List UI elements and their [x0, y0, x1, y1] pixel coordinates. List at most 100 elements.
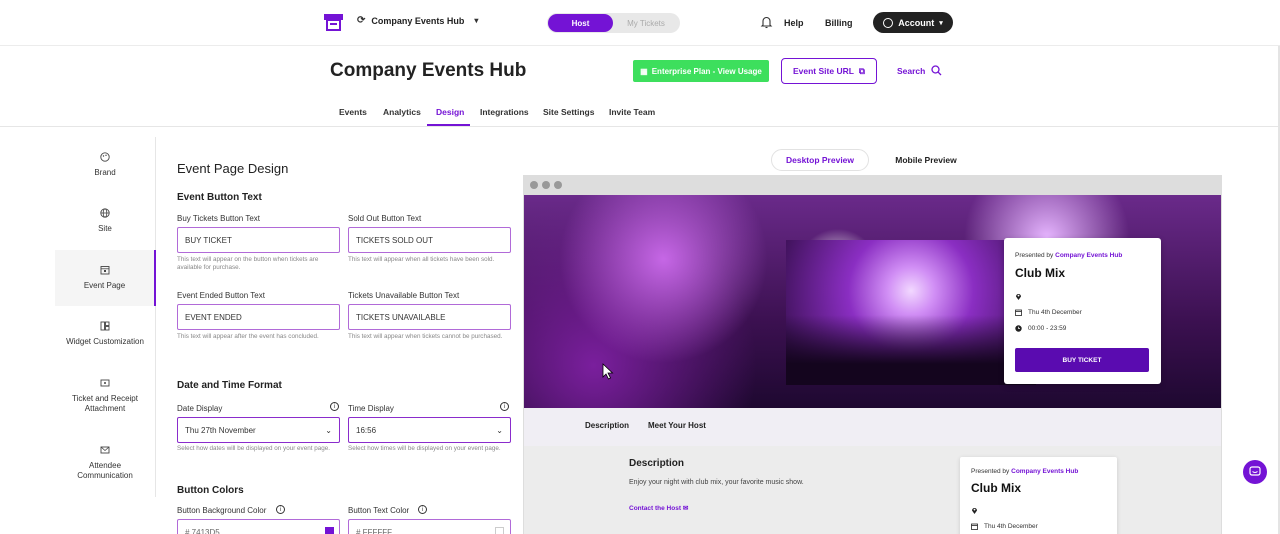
info-icon[interactable]: i	[330, 402, 339, 411]
sold-out-label: Sold Out Button Text	[348, 214, 422, 223]
search-label: Search	[897, 65, 926, 76]
chevron-down-icon: ⌄	[496, 425, 503, 435]
sidebar-item-site[interactable]: Site	[55, 208, 155, 233]
date-display-select[interactable]: Thu 27th November ⌄	[177, 417, 340, 443]
desktop-preview-frame: Presented by Company Events Hub Club Mix…	[523, 175, 1222, 534]
info-icon[interactable]: i	[500, 402, 509, 411]
sidebar-item-label: Widget Customization	[66, 337, 144, 346]
sticky-event-card: Presented by Company Events Hub Club Mix…	[960, 457, 1117, 534]
window-dots	[530, 181, 562, 189]
widget-icon	[100, 321, 110, 331]
date-display-hint: Select how dates will be displayed on yo…	[177, 445, 330, 452]
text-color-input[interactable]: # FFFFFF	[348, 519, 511, 534]
date-row: Thu 4th December	[1015, 309, 1082, 316]
buy-tickets-input[interactable]: BUY TICKET	[177, 227, 340, 253]
calendar-page-icon	[100, 266, 109, 275]
event-title: Club Mix	[1015, 266, 1065, 280]
tab-integrations[interactable]: Integrations	[480, 107, 529, 117]
sidebar-item-label: Attendee Communication	[77, 461, 133, 480]
sync-icon: ⟳	[357, 15, 366, 26]
date-display-label: Date Display	[177, 404, 223, 413]
date-display-value: Thu 27th November	[185, 425, 256, 435]
tickets-unavailable-input[interactable]: TICKETS UNAVAILABLE	[348, 304, 511, 330]
sidebar-item-attendee-communication[interactable]: Attendee Communication	[55, 445, 155, 481]
sidebar-item-label: Ticket and Receipt Attachment	[72, 394, 138, 413]
mail-icon: ✉	[682, 505, 689, 512]
sidebar-item-brand[interactable]: Brand	[55, 152, 155, 177]
time-display-value: 16:56	[356, 425, 377, 435]
location-pin-icon	[972, 508, 977, 514]
event-description-area: Description Enjoy your night with club m…	[524, 446, 1221, 534]
role-toggle: Host My Tickets	[547, 13, 680, 33]
time-display-hint: Select how times will be displayed on yo…	[348, 445, 501, 452]
hub-switcher[interactable]: ⟳ Company Events Hub ▾	[357, 15, 478, 26]
info-icon[interactable]: i	[418, 505, 427, 514]
my-tickets-toggle[interactable]: My Tickets	[613, 14, 679, 32]
event-site-url-button[interactable]: Event Site URL ⧉	[781, 58, 877, 84]
location-pin-icon	[1016, 294, 1021, 300]
event-title: Club Mix	[971, 481, 1021, 495]
tab-mobile-preview[interactable]: Mobile Preview	[880, 149, 972, 171]
description-text: Enjoy your night with club mix, your fav…	[629, 479, 804, 486]
billing-link[interactable]: Billing	[825, 18, 853, 28]
tab-desktop-preview[interactable]: Desktop Preview	[771, 149, 869, 171]
sidebar-item-label: Brand	[94, 168, 116, 177]
tab-invite-team[interactable]: Invite Team	[609, 107, 655, 117]
sidebar-item-ticket-attachment[interactable]: Ticket and Receipt Attachment	[55, 378, 155, 414]
section-button-text: Event Button Text	[177, 192, 262, 203]
subnav-description[interactable]: Description	[585, 421, 629, 430]
hub-name: Company Events Hub	[371, 15, 465, 26]
presented-by: Presented by Company Events Hub	[971, 468, 1079, 475]
tickets-unavailable-hint: This text will appear when tickets canno…	[348, 333, 503, 340]
sidebar-item-widget-customization[interactable]: Widget Customization	[55, 321, 155, 346]
bg-color-input[interactable]: # 7413D5	[177, 519, 340, 534]
clock-icon	[1015, 325, 1022, 332]
mail-icon	[100, 446, 110, 454]
chart-icon: ▦	[640, 66, 648, 76]
event-ended-label: Event Ended Button Text	[177, 291, 265, 300]
tab-site-settings[interactable]: Site Settings	[543, 107, 594, 117]
event-ended-input[interactable]: EVENT ENDED	[177, 304, 340, 330]
logo-icon[interactable]	[323, 12, 344, 32]
event-date: Thu 4th December	[984, 523, 1038, 530]
time-display-select[interactable]: 16:56 ⌄	[348, 417, 511, 443]
tab-events[interactable]: Events	[339, 107, 367, 117]
buy-ticket-button[interactable]: BUY TICKET	[1015, 348, 1149, 372]
buy-tickets-label: Buy Tickets Button Text	[177, 214, 261, 223]
top-bar: ⟳ Company Events Hub ▾ Host My Tickets H…	[0, 0, 1280, 46]
bell-icon[interactable]	[760, 15, 773, 29]
event-ended-hint: This text will appear after the event ha…	[177, 333, 319, 340]
chat-icon	[1249, 466, 1261, 476]
contact-host-link[interactable]: Contact the Host ✉	[629, 504, 688, 512]
plan-usage-button[interactable]: ▦ Enterprise Plan - View Usage	[633, 60, 769, 82]
account-label: Account	[898, 17, 935, 28]
subnav-meet-host[interactable]: Meet Your Host	[648, 421, 706, 430]
tab-analytics[interactable]: Analytics	[383, 107, 421, 117]
search-button[interactable]: Search	[897, 65, 942, 76]
chevron-down-icon: ▾	[474, 16, 479, 25]
sold-out-input[interactable]: TICKETS SOLD OUT	[348, 227, 511, 253]
event-time: 00:00 - 23:59	[1028, 325, 1067, 332]
bg-color-swatch[interactable]	[325, 527, 334, 534]
tab-design[interactable]: Design	[436, 107, 464, 117]
main-tabs: Events Analytics Design Integrations Sit…	[0, 100, 1280, 127]
mouse-cursor-icon	[602, 363, 614, 380]
sidebar-item-event-page[interactable]: Event Page	[55, 250, 156, 306]
buy-tickets-hint: This text will appear on the button when…	[177, 256, 319, 271]
design-sidebar: Brand Site Event Page Widget Customizati…	[55, 137, 156, 497]
chevron-down-icon: ⌄	[325, 425, 332, 435]
event-date: Thu 4th December	[1028, 309, 1082, 316]
event-summary-card: Presented by Company Events Hub Club Mix…	[1004, 238, 1161, 384]
host-toggle[interactable]: Host	[548, 14, 613, 32]
site-url-label: Event Site URL	[792, 66, 854, 76]
account-button[interactable]: Account ▾	[873, 12, 953, 33]
location-row	[971, 507, 978, 514]
form-title: Event Page Design	[177, 161, 289, 176]
info-icon[interactable]: i	[276, 505, 285, 514]
palette-icon	[100, 152, 110, 162]
text-color-label: Button Text Color	[348, 506, 410, 515]
help-link[interactable]: Help	[784, 18, 804, 28]
chat-support-button[interactable]	[1243, 460, 1267, 484]
section-date-time: Date and Time Format	[177, 380, 282, 391]
text-color-swatch[interactable]	[495, 527, 504, 534]
